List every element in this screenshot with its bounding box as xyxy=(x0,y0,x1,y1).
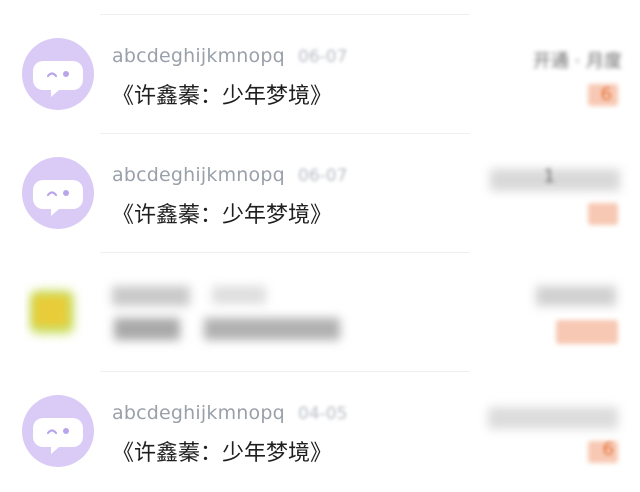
conversation-title: 《许鑫蓁：少年梦境》 xyxy=(112,203,333,228)
blurred-date xyxy=(212,286,266,304)
avatar xyxy=(22,157,94,229)
divider xyxy=(100,133,470,134)
conversation-date: 04-05 xyxy=(298,404,348,424)
badge-count: 6 xyxy=(600,84,612,105)
conversation-item[interactable] xyxy=(0,252,640,370)
blurred-title xyxy=(204,318,340,340)
conversation-name: abcdeghijkmnopq xyxy=(112,45,285,67)
conversation-right-label: 开通 · 月度 xyxy=(532,51,622,72)
conversation-date: 06-07 xyxy=(298,47,348,67)
divider xyxy=(100,252,470,253)
conversation-item[interactable]: abcdeghijkmnopq 04-05 《许鑫蓁：少年梦境》 6 xyxy=(0,371,640,489)
conversation-title: 《许鑫蓁：少年梦境》 xyxy=(112,441,333,466)
blurred-name xyxy=(112,286,190,306)
blurred-region xyxy=(490,169,620,191)
avatar xyxy=(22,395,94,467)
conversation-title: 《许鑫蓁：少年梦境》 xyxy=(112,84,333,109)
conversation-name: abcdeghijkmnopq xyxy=(112,402,285,424)
badge-count: 6 xyxy=(602,439,614,460)
blurred-region xyxy=(488,407,618,429)
divider xyxy=(100,14,470,15)
conversation-date: 06-07 xyxy=(298,166,348,186)
blurred-right-label xyxy=(536,286,616,306)
conversation-item[interactable]: abcdeghijkmnopq 06-07 《许鑫蓁：少年梦境》 开通 · 月度… xyxy=(0,14,640,132)
avatar xyxy=(22,38,94,110)
blurred-title xyxy=(114,318,180,340)
chat-bubble-face-icon xyxy=(33,61,83,97)
status-badge xyxy=(588,203,618,225)
divider xyxy=(100,371,470,372)
conversation-name: abcdeghijkmnopq xyxy=(112,164,285,186)
status-badge xyxy=(556,320,618,344)
avatar xyxy=(24,276,84,348)
chat-bubble-face-icon xyxy=(33,418,83,454)
conversation-right-label: 1 xyxy=(543,166,555,187)
chat-bubble-face-icon xyxy=(33,180,83,216)
conversation-item[interactable]: abcdeghijkmnopq 06-07 《许鑫蓁：少年梦境》 1 xyxy=(0,133,640,251)
